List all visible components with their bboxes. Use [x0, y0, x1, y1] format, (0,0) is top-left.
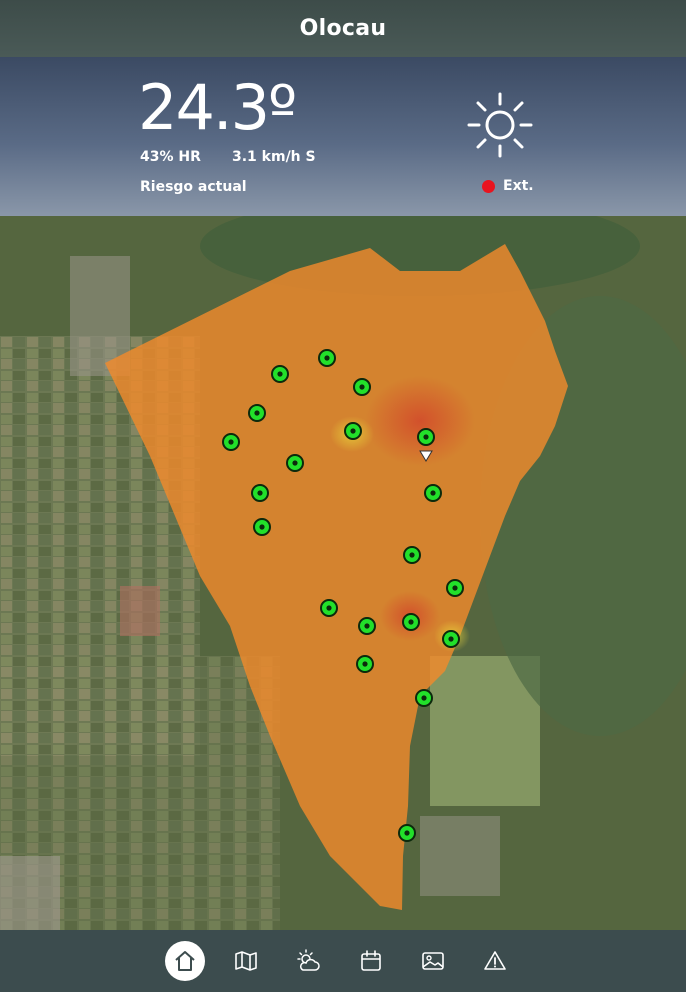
satellite-map[interactable]: [0, 216, 686, 930]
sun-icon: [467, 92, 533, 158]
sensor-marker[interactable]: [358, 617, 376, 635]
sensor-marker[interactable]: [320, 599, 338, 617]
sensor-marker[interactable]: [403, 546, 421, 564]
sensor-marker[interactable]: [415, 689, 433, 707]
sensor-marker[interactable]: [356, 655, 374, 673]
sensor-marker[interactable]: [286, 454, 304, 472]
sensor-marker[interactable]: [251, 484, 269, 502]
bottom-nav-bar: [0, 930, 686, 992]
weather-icon: [297, 949, 320, 971]
map-view[interactable]: [0, 216, 686, 930]
sensor-marker[interactable]: [446, 579, 464, 597]
sensor-marker[interactable]: [353, 378, 371, 396]
sensor-marker[interactable]: [442, 630, 460, 648]
nav-weather-button[interactable]: [288, 941, 328, 981]
heat-hotspot-red: [365, 376, 475, 466]
village-west: [120, 586, 160, 636]
risk-label: Riesgo actual: [140, 179, 247, 195]
calendar-icon: [361, 950, 381, 971]
nav-home-button[interactable]: [165, 941, 205, 981]
sensor-marker[interactable]: [398, 824, 416, 842]
page-title: Olocau: [299, 16, 387, 41]
village-south: [420, 816, 500, 896]
risk-indicator-dot: [482, 180, 495, 193]
nav-gallery-button[interactable]: [413, 941, 453, 981]
village-southwest: [0, 856, 60, 930]
risk-value: Ext.: [503, 178, 534, 194]
sensor-marker[interactable]: [417, 428, 435, 446]
map-icon: [235, 951, 257, 971]
warning-icon: [484, 951, 506, 970]
title-bar: Olocau: [0, 0, 686, 57]
weather-panel: 24.3º 43% HR 3.1 km/h S Riesgo actual Ex…: [0, 57, 686, 216]
humidity-value: 43% HR: [140, 149, 201, 165]
sensor-marker[interactable]: [344, 422, 362, 440]
sensor-marker[interactable]: [222, 433, 240, 451]
sensor-marker[interactable]: [424, 484, 442, 502]
sensor-marker[interactable]: [271, 365, 289, 383]
sensor-marker[interactable]: [402, 613, 420, 631]
sensor-marker[interactable]: [248, 404, 266, 422]
nav-map-button[interactable]: [226, 941, 266, 981]
nav-calendar-button[interactable]: [351, 941, 391, 981]
sensor-marker[interactable]: [253, 518, 271, 536]
wind-value: 3.1 km/h S: [232, 149, 316, 165]
sensor-marker[interactable]: [318, 349, 336, 367]
nav-alerts-button[interactable]: [475, 941, 515, 981]
gallery-icon: [422, 952, 444, 970]
temperature-value: 24.3º: [138, 71, 297, 144]
home-icon: [175, 951, 195, 971]
